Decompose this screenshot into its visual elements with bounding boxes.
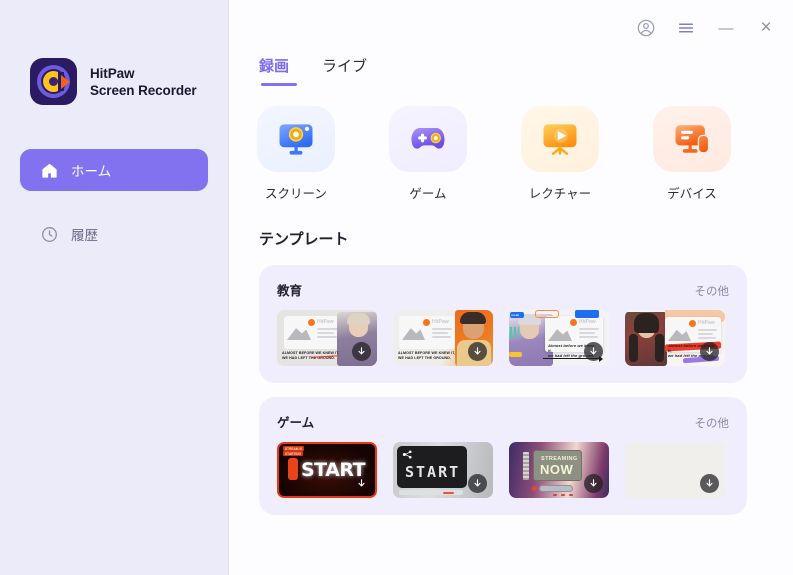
minimize-button[interactable]: — (716, 18, 736, 38)
sidebar-item-home[interactable]: ホーム (20, 149, 208, 191)
sidebar-item-history-label: 履歴 (71, 228, 98, 243)
education-template-1[interactable]: HitPaw ALMOST BEFORE WE KNEW IT, WE HAD L… (277, 310, 377, 366)
mode-game[interactable]: ゲーム (389, 106, 467, 202)
tab-live[interactable]: ライブ (322, 55, 367, 86)
record-mode-list: スクリーン ゲーム レクチャー デバイス (229, 86, 793, 202)
brand-line-1: HitPaw (90, 65, 135, 81)
game-template-console-start[interactable]: START (393, 442, 493, 498)
app-brand: HitPaw Screen Recorder (0, 0, 228, 105)
game-template-neon-start[interactable]: STREAM IS STARTING START (277, 442, 377, 498)
monitor-icon (257, 106, 335, 172)
download-icon[interactable] (584, 342, 603, 361)
education-template-4[interactable]: HitPaw Almost before we knew it, we had l… (625, 310, 725, 366)
more-link-game[interactable]: その他 (695, 415, 730, 431)
hitpaw-logo-icon (30, 58, 77, 105)
section-title-education: 教育 (277, 284, 303, 298)
template-grid-education: HitPaw ALMOST BEFORE WE KNEW IT, WE HAD L… (277, 310, 729, 366)
mode-device[interactable]: デバイス (653, 106, 731, 202)
mode-lecture[interactable]: レクチャー (521, 106, 599, 202)
device-monitor-phone-icon (653, 106, 731, 172)
streaming-now-line2: NOW (540, 462, 574, 477)
download-icon[interactable] (468, 474, 487, 493)
download-icon[interactable] (468, 342, 487, 361)
main-content: — × 録画 ライブ スクリーン ゲーム レクチャー デバイス テンプレート 教… (229, 0, 793, 575)
mode-device-label: デバイス (667, 187, 717, 201)
tab-recording[interactable]: 録画 (259, 55, 298, 86)
game-template-graffiti[interactable]: GRAFFITI CHAO PACKAGE STARTING! streamin… (625, 442, 725, 498)
hamburger-menu-icon[interactable] (676, 18, 696, 38)
mode-lecture-label: レクチャー (528, 187, 592, 201)
sidebar: HitPaw Screen Recorder ホーム 履歴 (0, 0, 229, 575)
app-title: HitPaw Screen Recorder (90, 65, 197, 99)
section-title-game: ゲーム (277, 416, 315, 430)
education-template-2[interactable]: HitPaw ALMOST BEFORE WE KNEW IT, WE HAD L… (393, 310, 493, 366)
template-section-education-header: 教育 その他 (277, 280, 729, 299)
game-template-console-start-text: START (405, 463, 461, 481)
mode-screen-label: スクリーン (265, 187, 327, 201)
download-icon[interactable] (352, 474, 371, 493)
more-link-education[interactable]: その他 (695, 283, 730, 299)
home-icon (40, 161, 59, 180)
app-window: HitPaw Screen Recorder ホーム 履歴 — × 録画 ライブ… (0, 0, 793, 575)
game-template-streaming-now[interactable]: STREAMING NOW (509, 442, 609, 498)
window-titlebar: — × (636, 0, 793, 56)
sidebar-item-history[interactable]: 履歴 (20, 213, 208, 255)
download-icon[interactable] (584, 474, 603, 493)
template-section-game-header: ゲーム その他 (277, 412, 729, 431)
template-section-game: ゲーム その他 STREAM IS STARTING START START S… (259, 397, 747, 515)
mode-screen[interactable]: スクリーン (257, 106, 335, 202)
account-circle-icon[interactable] (636, 18, 656, 38)
template-grid-game: STREAM IS STARTING START START STREAMING… (277, 442, 729, 498)
gamepad-icon (389, 106, 467, 172)
brand-line-2: Screen Recorder (90, 82, 197, 98)
template-section-education: 教育 その他 HitPaw ALMOST BEFORE WE KNEW IT, W (259, 265, 747, 383)
education-template-3[interactable]: on air HitPaw Almost before we knew it, w… (509, 310, 609, 366)
mode-game-label: ゲーム (409, 187, 447, 201)
download-icon[interactable] (352, 342, 371, 361)
templates-heading: テンプレート (259, 231, 349, 248)
sidebar-nav: ホーム 履歴 (0, 149, 228, 255)
close-button[interactable]: × (756, 17, 776, 38)
download-icon[interactable] (700, 474, 719, 493)
download-icon[interactable] (700, 342, 719, 361)
sidebar-item-home-label: ホーム (71, 164, 112, 179)
easel-play-icon (521, 106, 599, 172)
clock-icon (40, 225, 59, 244)
